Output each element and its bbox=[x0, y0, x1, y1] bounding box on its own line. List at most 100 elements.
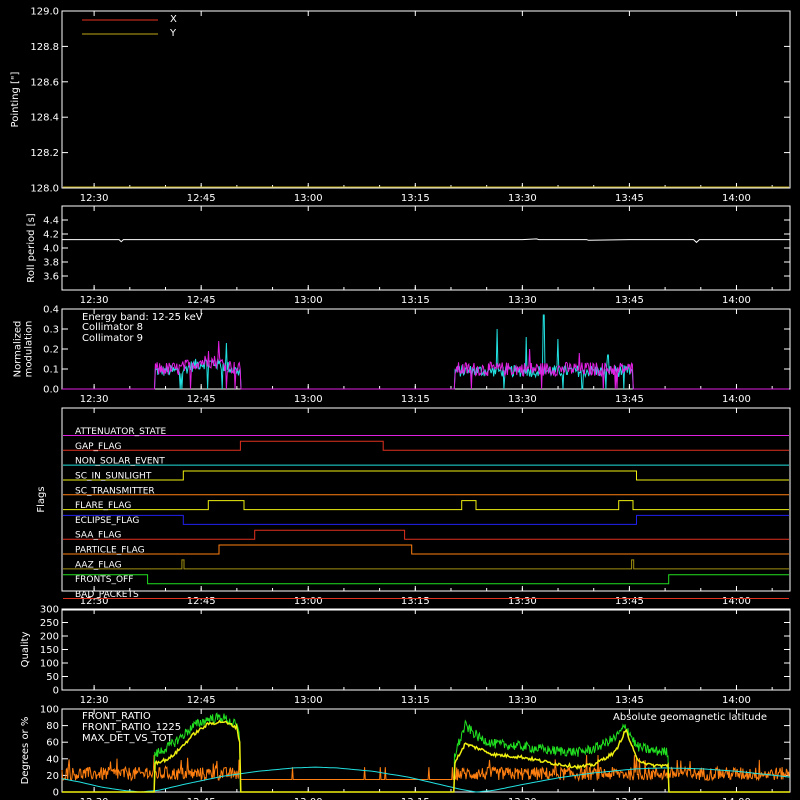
quality-xtick-label: 13:00 bbox=[294, 695, 323, 706]
roll-xtick-label: 13:00 bbox=[294, 295, 323, 306]
quality-xtick-label: 12:45 bbox=[187, 695, 216, 706]
pointing-xtick-label: 13:15 bbox=[401, 193, 430, 204]
ratio-legend-label: FRONT_RATIO bbox=[82, 711, 151, 722]
pointing-xtick-label: 12:30 bbox=[80, 193, 109, 204]
rhessi-quicklook-page: 12:30 12:45 13:00 13:15 13:30 13:45 14:00 128.0… bbox=[0, 0, 800, 800]
quality-ylabel: Quality bbox=[20, 632, 31, 668]
roll-period-line bbox=[62, 238, 790, 244]
flag-label-non-solar-event: NON_SOLAR_EVENT bbox=[75, 457, 165, 467]
mod-xtick-label: 13:00 bbox=[294, 394, 323, 405]
flag-label-attenuator-state: ATTENUATOR_STATE bbox=[75, 427, 167, 437]
quality-ytick-label: 0 bbox=[53, 686, 59, 697]
mod-energy-band: Energy band: 12-25 keV bbox=[82, 312, 203, 323]
ratio-ylabel: Degrees or % bbox=[20, 717, 31, 785]
quality-xtick-label: 12:30 bbox=[80, 695, 109, 706]
mod-ytick-label: 0.0 bbox=[43, 385, 59, 396]
pointing-panel: 12:30 12:45 13:00 13:15 13:30 13:45 14:00 128.0… bbox=[10, 7, 791, 204]
flags-xtick-label: 12:45 bbox=[187, 596, 216, 607]
flags-ylabel: Flags bbox=[36, 486, 47, 512]
quality-ytick-label: 300 bbox=[40, 605, 59, 616]
roll-xtick-label: 13:15 bbox=[401, 295, 430, 306]
flag-line-flare-flag bbox=[63, 500, 789, 511]
roll-xtick-label: 13:45 bbox=[615, 295, 644, 306]
mod-legend-label: Collimator 9 bbox=[82, 333, 143, 344]
mod-ytick-label: 0.1 bbox=[43, 365, 59, 376]
flag-line-fronts-off bbox=[63, 574, 789, 585]
ratio-ytick-label: 80 bbox=[46, 721, 59, 732]
roll-ytick-label: 3.8 bbox=[43, 258, 59, 269]
mod-xtick-label: 13:45 bbox=[615, 394, 644, 405]
quality-ytick-label: 250 bbox=[40, 618, 59, 629]
flag-label-aaz-flag: AAZ_FLAG bbox=[75, 560, 122, 570]
quality-panel: 12:30 12:45 13:00 13:15 13:30 13:45 14:00 0 50 10… bbox=[20, 605, 791, 706]
mod-ytick-label: 0.4 bbox=[43, 305, 59, 316]
ratio-legend-label: FRONT_RATIO_1225 bbox=[82, 722, 181, 733]
roll-ytick-label: 3.6 bbox=[43, 272, 59, 283]
quality-frame bbox=[61, 608, 791, 691]
mod-series-8 bbox=[62, 314, 790, 390]
mod-series-9 bbox=[62, 340, 790, 390]
flag-label-sc-transmitter: SC_TRANSMITTER bbox=[75, 486, 155, 496]
ratio-annotation: Absolute geomagnetic latitude bbox=[613, 712, 767, 723]
ratio-panel: 12:3012:4513:0013:1513:3013:4514:0002040… bbox=[20, 705, 791, 800]
quality-ytick-label: 200 bbox=[40, 632, 59, 643]
flag-label-gap-flag: GAP_FLAG bbox=[75, 442, 121, 452]
ratio-ytick-label: 60 bbox=[46, 738, 59, 749]
roll-ytick-label: 4.4 bbox=[43, 216, 59, 227]
pointing-ytick-label: 128.2 bbox=[30, 148, 59, 159]
ratio-ytick-label: 20 bbox=[46, 771, 59, 782]
flag-label-flare-flag: FLARE_FLAG bbox=[75, 501, 131, 511]
flag-line-gap-flag bbox=[63, 440, 789, 451]
roll-ylabel: Roll period [s] bbox=[26, 213, 37, 282]
roll-frame bbox=[61, 205, 791, 291]
mod-ytick-label: 0.2 bbox=[43, 345, 59, 356]
pointing-xtick-label: 12:45 bbox=[187, 193, 216, 204]
flag-line-particle-flag bbox=[63, 544, 789, 555]
pointing-xtick-label: 13:30 bbox=[508, 193, 537, 204]
ratio-series-max-det-vs-tot bbox=[61, 754, 790, 782]
flags-xtick-label: 13:00 bbox=[294, 596, 323, 607]
flag-label-fronts-off: FRONTS_OFF bbox=[75, 575, 133, 585]
pointing-ytick-label: 128.4 bbox=[30, 113, 59, 124]
mod-ylabel: modulation bbox=[24, 321, 35, 378]
pointing-ytick-label: 128.8 bbox=[30, 42, 59, 53]
flag-line-eclipse-flag bbox=[63, 514, 789, 525]
ratio-ytick-label: 40 bbox=[46, 754, 59, 765]
mod-ylabel: Normalized bbox=[13, 321, 24, 378]
flag-label-sc-in-sunlight: SC_IN_SUNLIGHT bbox=[75, 471, 152, 481]
flags-xtick-label: 13:45 bbox=[615, 596, 644, 607]
roll-xtick-label: 12:30 bbox=[80, 295, 109, 306]
roll-xtick-label: 13:30 bbox=[508, 295, 537, 306]
pointing-xtick-label: 14:00 bbox=[722, 193, 751, 204]
mod-ytick-label: 0.3 bbox=[43, 325, 59, 336]
flag-label-bad-packets: BAD_PACKETS bbox=[75, 590, 139, 600]
quality-ytick-label: 50 bbox=[46, 672, 59, 683]
mod-xtick-label: 12:45 bbox=[187, 394, 216, 405]
pointing-legend-label: X bbox=[170, 14, 177, 25]
pointing-ytick-label: 129.0 bbox=[30, 7, 59, 18]
flag-line-aaz-flag bbox=[63, 559, 789, 570]
roll-xtick-label: 14:00 bbox=[722, 295, 751, 306]
ratio-legend-label: MAX_DET_VS_TOT bbox=[82, 733, 174, 744]
quicklook-figure: 12:30 12:45 13:00 13:15 13:30 13:45 14:00 128.0… bbox=[10, 7, 791, 800]
pointing-ytick-label: 128.0 bbox=[30, 184, 59, 195]
flags-panel: 12:30 12:45 13:00 13:15 13:30 13:45 14:00Flags… bbox=[36, 407, 791, 607]
flags-xtick-label: 13:30 bbox=[508, 596, 537, 607]
flag-label-particle-flag: PARTICLE_FLAG bbox=[75, 546, 145, 556]
pointing-ytick-label: 128.6 bbox=[30, 77, 59, 88]
flag-label-eclipse-flag: ECLIPSE_FLAG bbox=[75, 516, 139, 526]
quality-ytick-label: 150 bbox=[40, 645, 59, 656]
pointing-xtick-label: 13:00 bbox=[294, 193, 323, 204]
modulation-panel: 12:30 12:45 13:00 13:15 13:30 13:45 14:00 0.0 0.… bbox=[13, 305, 791, 405]
flag-line-saa-flag bbox=[63, 529, 789, 540]
flag-line-sc-in-sunlight bbox=[63, 470, 789, 481]
flags-xtick-label: 14:00 bbox=[722, 596, 751, 607]
quality-xtick-label: 13:30 bbox=[508, 695, 537, 706]
mod-xtick-label: 13:15 bbox=[401, 394, 430, 405]
pointing-legend-label: Y bbox=[169, 28, 177, 39]
mod-legend-label: Collimator 8 bbox=[82, 322, 143, 333]
roll-xtick-label: 12:45 bbox=[187, 295, 216, 306]
ratio-ytick-label: 0 bbox=[53, 788, 59, 799]
pointing-ylabel: Pointing ["] bbox=[10, 71, 21, 127]
mod-xtick-label: 14:00 bbox=[722, 394, 751, 405]
